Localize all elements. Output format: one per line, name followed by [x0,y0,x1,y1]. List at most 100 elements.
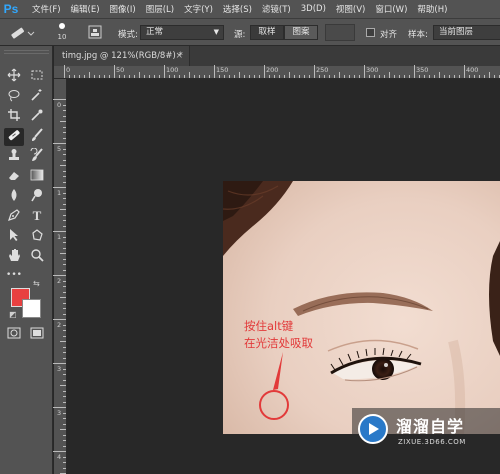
ruler-tick [364,65,365,78]
path-select-icon[interactable] [4,228,24,246]
sample-select[interactable]: 当前图层 [433,25,500,40]
background-color-swatch[interactable] [22,299,41,318]
ruler-tick [63,110,66,111]
ruler-tick [199,75,200,78]
ruler-tick [359,75,360,78]
align-checkbox[interactable] [366,28,375,37]
ruler-tick [69,75,70,78]
source-sample-button[interactable]: 取样 [250,25,284,40]
ruler-tick [63,258,66,260]
ruler-tick [444,75,445,78]
ruler-v-label: 2 [57,321,62,329]
ruler-tick [63,418,66,419]
ruler-tick [489,72,490,78]
ruler-tick [63,308,66,309]
ruler-tick [144,75,145,78]
ruler-tick [63,154,66,155]
quick-mask-icon[interactable] [4,326,24,344]
ruler-tick [209,75,210,78]
magic-wand-icon[interactable] [27,88,47,106]
screen-mode-icon[interactable] [27,326,47,344]
document-tab[interactable]: timg.jpg @ 121%(RGB/8#) * × [54,46,190,66]
ruler-tick [439,72,440,78]
menu-view[interactable]: 视图(V) [336,3,365,15]
clone-stamp-icon[interactable] [4,148,24,166]
ruler-tick [169,75,170,78]
ruler-tick [63,302,66,304]
ruler-tick [63,192,66,194]
menu-image[interactable]: 图像(I) [110,3,136,15]
ruler-tick [60,429,66,430]
source-toggle-icon[interactable] [88,25,102,39]
ruler-tick [63,440,66,441]
chevron-down-icon: ▼ [213,28,219,36]
ruler-tick [84,75,85,78]
default-colors-icon[interactable]: ◩ [9,310,17,319]
ruler-h-label: 300 [366,66,379,74]
ruler-tick [63,214,66,216]
ruler-tick [63,445,66,447]
source-label: 源: [234,30,246,40]
menu-type[interactable]: 文字(Y) [184,3,213,15]
eraser-icon[interactable] [4,168,24,186]
ruler-tick [63,170,66,172]
menu-file[interactable]: 文件(F) [32,3,61,15]
menu-edit[interactable]: 编辑(E) [71,3,100,15]
ruler-tick [63,291,66,293]
pattern-picker[interactable] [325,24,355,41]
lasso-icon[interactable] [4,88,24,106]
menu-help[interactable]: 帮助(H) [417,3,447,15]
mode-select[interactable]: 正常 ▼ [140,25,224,40]
ruler-tick [63,203,66,205]
gradient-icon[interactable] [27,168,47,186]
dodge-icon[interactable] [27,188,47,206]
ruler-tick [63,126,66,128]
shape-icon[interactable] [27,228,47,246]
menu-filter[interactable]: 滤镜(T) [262,3,291,15]
ruler-tick [154,75,155,78]
ruler-tick [244,75,245,78]
ruler-tick [63,335,66,337]
marquee-icon[interactable] [27,68,47,86]
pen-icon[interactable] [4,208,24,226]
photoshop-window: Ps 文件(F) 编辑(E) 图像(I) 图层(L) 文字(Y) 选择(S) 滤… [0,0,500,474]
ruler-tick [379,75,380,78]
tool-preset-picker[interactable] [8,25,36,41]
close-icon[interactable]: × [175,46,183,66]
ruler-tick [259,75,260,78]
ruler-tick [304,75,305,78]
history-brush-icon[interactable] [27,147,47,166]
hand-icon[interactable] [4,248,24,266]
eyedropper-icon[interactable] [27,108,47,126]
ruler-tick [63,198,66,199]
type-icon[interactable]: T [27,208,47,226]
ruler-tick [319,75,320,78]
ruler-tick [149,75,150,78]
brush-icon[interactable] [27,128,47,146]
move-icon[interactable] [4,68,24,86]
ruler-tick [164,65,165,78]
zoom-icon[interactable] [27,248,47,266]
crop-icon[interactable] [4,108,24,126]
healing-brush-tool[interactable] [4,128,24,146]
swap-colors-icon[interactable]: ⇆ [33,279,40,288]
more-icon[interactable]: ••• [4,266,24,284]
menu-select[interactable]: 选择(S) [223,3,252,15]
menu-layer[interactable]: 图层(L) [146,3,174,15]
brush-preview-dot[interactable] [59,23,65,29]
ruler-tick [184,75,185,78]
menu-window[interactable]: 窗口(W) [375,3,407,15]
blur-icon[interactable] [4,188,24,206]
ruler-tick [239,72,240,78]
ruler-tick [434,75,435,78]
horizontal-ruler[interactable]: 0 50 100 150 200 250 300 350 400 [54,65,500,79]
brush-size-value[interactable]: 10 [55,33,69,41]
toolbar-grip[interactable] [4,50,49,54]
vertical-ruler[interactable]: 0 5 1 1 2 2 3 3 4 [53,79,67,474]
ruler-tick [214,65,215,78]
menu-bar: Ps 文件(F) 编辑(E) 图像(I) 图层(L) 文字(Y) 选择(S) 滤… [0,0,500,18]
ruler-tick [60,385,66,386]
ruler-tick [159,75,160,78]
menu-3d[interactable]: 3D(D) [301,4,326,14]
source-pattern-button[interactable]: 图案 [284,25,318,40]
